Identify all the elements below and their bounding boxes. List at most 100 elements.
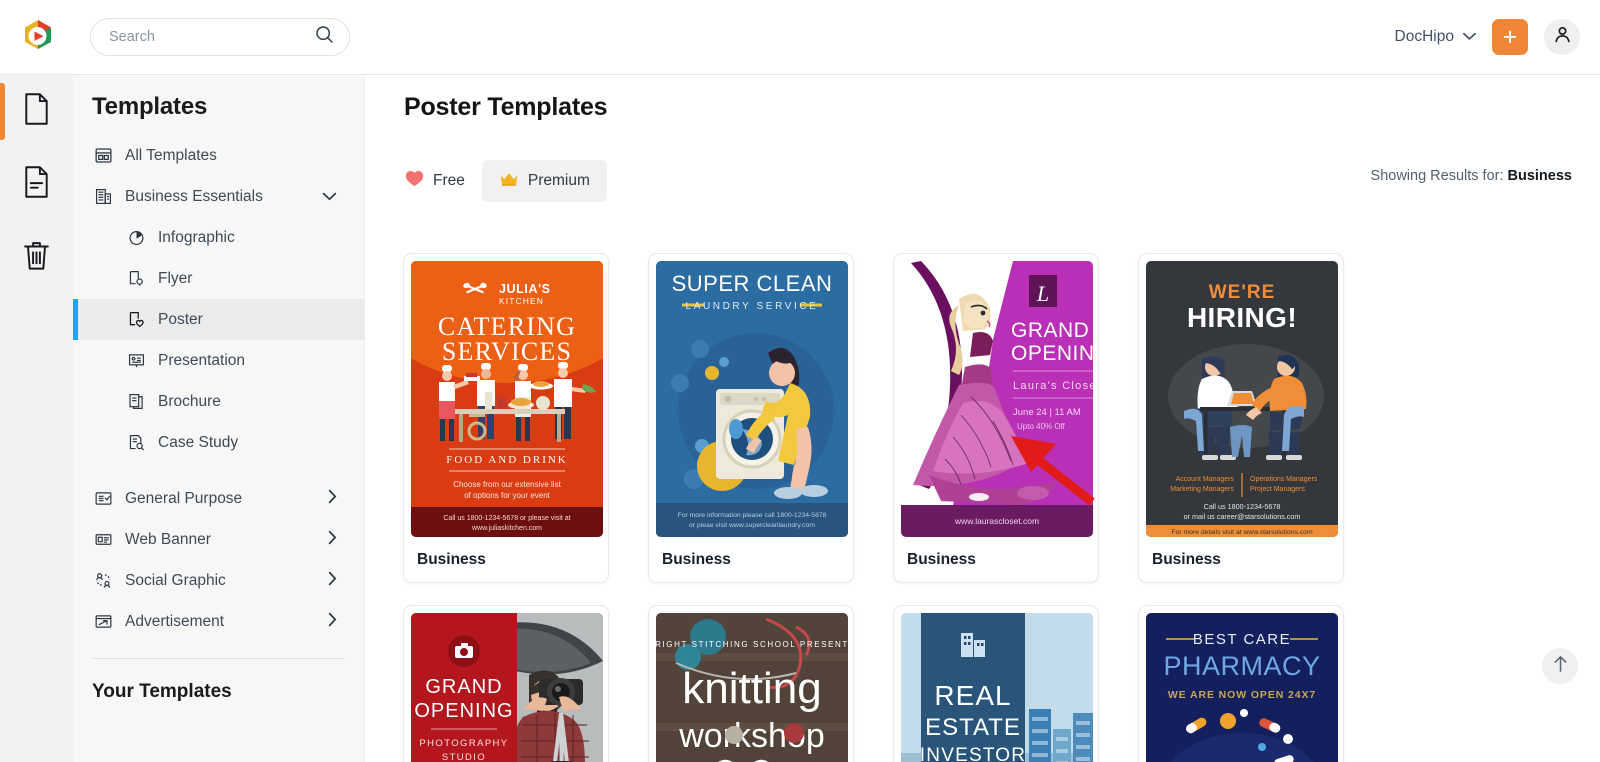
page-icon <box>21 92 52 131</box>
template-card[interactable]: GRAND OPENING PHOTOGRAPHY STUDIO FRIDAY … <box>403 605 609 762</box>
best-care-pharmacy-poster[interactable]: BEST CARE PHARMACY WE ARE NOW OPEN 24X7 <box>1146 613 1338 762</box>
svg-text:KITCHEN: KITCHEN <box>499 296 544 306</box>
knitting-workshop-poster[interactable]: BRIGHT STITCHING SCHOOL PRESENTS knittin… <box>656 613 848 762</box>
svg-text:of options for your event: of options for your event <box>464 491 551 500</box>
sidebar-item-label: Poster <box>158 310 203 328</box>
template-card[interactable]: BEST CARE PHARMACY WE ARE NOW OPEN 24X7 <box>1138 605 1344 762</box>
svg-text:Project Managers: Project Managers <box>1250 486 1305 493</box>
svg-text:BEST CARE: BEST CARE <box>1193 631 1291 648</box>
brochure-icon <box>125 392 147 411</box>
chevron-right-icon[interactable] <box>328 612 337 632</box>
sidebar-item-label: All Templates <box>125 146 217 164</box>
sidebar-item-label: Advertisement <box>125 612 225 630</box>
svg-text:ESTATE: ESTATE <box>925 714 1021 741</box>
sidebar-item-all-templates[interactable]: All Templates <box>73 135 364 176</box>
sidebar-item-web-banner[interactable]: Web Banner <box>73 519 364 560</box>
page-title: Poster Templates <box>404 93 608 121</box>
create-new-button[interactable]: + <box>1492 19 1528 55</box>
svg-text:or mail us career@starsolution: or mail us career@starsolutions.com <box>1184 512 1301 521</box>
were-hiring-poster[interactable]: WE'RE HIRING! Account Managers Marketing… <box>1146 261 1338 537</box>
svg-text:www.juliaskitchen.com: www.juliaskitchen.com <box>471 525 542 532</box>
chevron-right-icon[interactable] <box>328 571 337 591</box>
svg-text:Account Managers: Account Managers <box>1176 476 1235 483</box>
sidebar-item-label: Social Graphic <box>125 571 226 589</box>
tab-free[interactable]: Free <box>388 160 482 202</box>
crown-icon <box>499 171 519 192</box>
svg-text:Upto 40% Off: Upto 40% Off <box>1017 422 1066 431</box>
svg-text:REAL: REAL <box>934 680 1011 711</box>
real-estate-investor-seminar-poster[interactable]: REAL ESTATE INVESTOR SEMINAR <box>901 613 1093 762</box>
super-clean-laundry-poster[interactable]: SUPER CLEAN LAUNDRY SERVICE For more inf… <box>656 261 848 537</box>
dochipo-logo[interactable] <box>18 17 58 57</box>
chevron-right-icon[interactable] <box>328 530 337 550</box>
template-card[interactable]: WE'RE HIRING! Account Managers Marketing… <box>1138 253 1344 583</box>
sidebar-item-social-graphic[interactable]: Social Graphic <box>73 560 364 601</box>
chevron-down-icon[interactable] <box>322 188 337 206</box>
catering-services-poster[interactable]: JULIA'S KITCHEN CATERING SERVICES FOOD A… <box>411 261 603 537</box>
sidebar-item-label: Business Essentials <box>125 187 263 205</box>
rail-item-drafts[interactable] <box>0 148 73 221</box>
showing-value: Business <box>1507 168 1572 184</box>
card-label: Business <box>907 551 976 568</box>
grand-opening-lauras-closet-poster[interactable]: L GRAND OPENING Laura's Closet June 24 |… <box>901 261 1093 537</box>
sidebar-item-infographic[interactable]: Infographic <box>73 217 364 258</box>
svg-text:BRIGHT STITCHING SCHOOL PRESEN: BRIGHT STITCHING SCHOOL PRESENTS <box>656 640 848 649</box>
template-card[interactable]: L GRAND OPENING Laura's Closet June 24 |… <box>893 253 1099 583</box>
case-study-icon <box>125 433 147 452</box>
svg-text:WE'RE: WE'RE <box>1209 282 1276 303</box>
sidebar-title: Templates <box>92 93 208 120</box>
presentation-icon <box>125 351 147 370</box>
page-text-icon <box>21 165 52 204</box>
account-avatar-button[interactable] <box>1544 19 1580 55</box>
sidebar-item-advertisement[interactable]: Advertisement <box>73 601 364 642</box>
search-input[interactable] <box>109 29 314 45</box>
search-icon[interactable] <box>314 24 335 50</box>
grand-opening-photography-studio-poster[interactable]: GRAND OPENING PHOTOGRAPHY STUDIO FRIDAY … <box>411 613 603 762</box>
sidebar-item-poster[interactable]: Poster <box>73 299 364 340</box>
svg-text:GRAND: GRAND <box>425 676 502 698</box>
search-box[interactable] <box>90 18 350 56</box>
sidebar-item-business-essentials[interactable]: Business Essentials <box>73 176 364 217</box>
scroll-to-top-button[interactable] <box>1542 648 1578 684</box>
template-card[interactable]: SUPER CLEAN LAUNDRY SERVICE For more inf… <box>648 253 854 583</box>
svg-text:FOOD AND DRINK: FOOD AND DRINK <box>446 454 568 466</box>
svg-text:knitting: knitting <box>682 664 821 713</box>
card-label: Business <box>417 551 486 568</box>
rail-item-trash[interactable] <box>0 221 73 294</box>
template-card[interactable]: JULIA'S KITCHEN CATERING SERVICES FOOD A… <box>403 253 609 583</box>
checklist-icon <box>92 489 114 508</box>
svg-text:For more information please ca: For more information please call 1800-12… <box>678 512 827 519</box>
arrow-up-icon <box>1552 654 1569 678</box>
sidebar-item-case-study[interactable]: Case Study <box>73 422 364 463</box>
app-root: DocHipo + <box>0 0 1600 762</box>
heart-icon <box>405 170 424 192</box>
svg-text:OPENING: OPENING <box>1011 342 1093 365</box>
sidebar-item-label: Web Banner <box>125 530 211 548</box>
chevron-right-icon[interactable] <box>328 489 337 509</box>
sidebar-item-brochure[interactable]: Brochure <box>73 381 364 422</box>
showing-prefix: Showing Results for: <box>1370 168 1504 184</box>
brand-dropdown[interactable]: DocHipo <box>1395 28 1476 46</box>
svg-text:HIRING!: HIRING! <box>1187 302 1297 333</box>
sidebar: Templates All Templates Business Essenti… <box>73 75 365 762</box>
tab-premium[interactable]: Premium <box>481 160 607 202</box>
trash-icon <box>21 238 52 277</box>
template-card[interactable]: REAL ESTATE INVESTOR SEMINAR <box>893 605 1099 762</box>
poster-heart-icon <box>125 310 147 329</box>
sidebar-item-presentation[interactable]: Presentation <box>73 340 364 381</box>
tab-label: Premium <box>527 172 590 189</box>
banner-icon <box>92 530 114 549</box>
card-label: Business <box>1152 551 1221 568</box>
svg-text:Call us 1800-1234-5678 or plea: Call us 1800-1234-5678 or please visit a… <box>443 515 570 522</box>
svg-text:PHARMACY: PHARMACY <box>1163 651 1320 681</box>
svg-text:June 24 | 11 AM: June 24 | 11 AM <box>1013 407 1081 418</box>
chevron-down-icon <box>1463 28 1476 46</box>
sidebar-item-flyer[interactable]: Flyer <box>73 258 364 299</box>
rail-item-documents[interactable] <box>0 75 73 148</box>
template-card[interactable]: BRIGHT STITCHING SCHOOL PRESENTS knittin… <box>648 605 854 762</box>
svg-text:WE ARE NOW OPEN 24X7: WE ARE NOW OPEN 24X7 <box>1168 689 1316 701</box>
plus-icon: + <box>1502 23 1518 51</box>
sidebar-item-general-purpose[interactable]: General Purpose <box>73 478 364 519</box>
svg-text:GRAND: GRAND <box>1011 319 1089 342</box>
